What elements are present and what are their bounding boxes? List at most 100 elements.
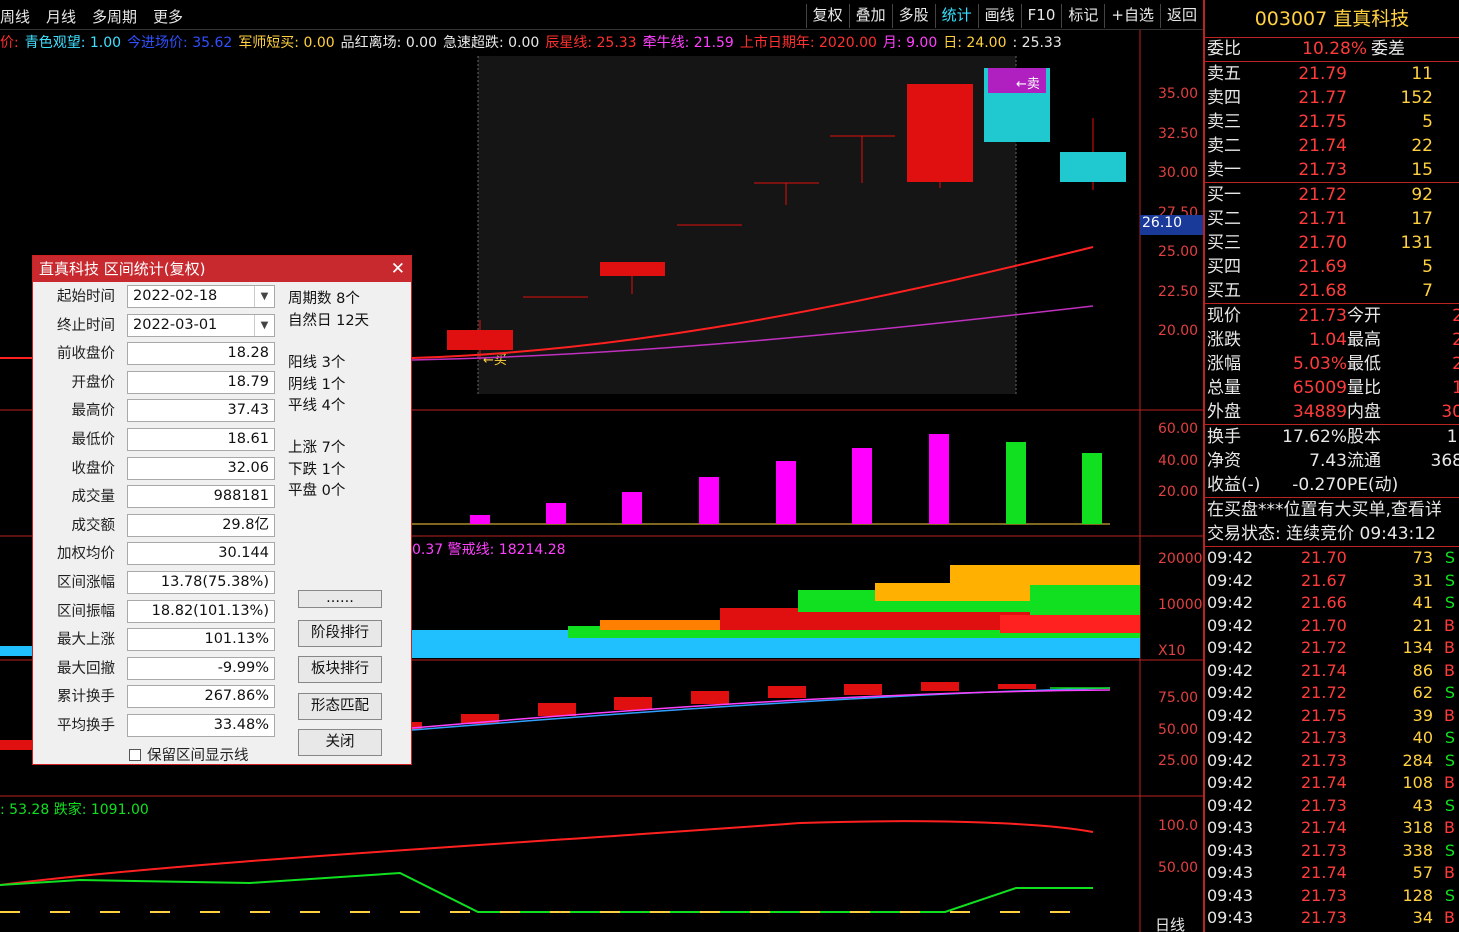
keep-range-checkbox[interactable]: 保留区间显示线	[129, 744, 249, 765]
dialog-field-row: 成交量 988181	[33, 485, 283, 509]
tick-price: 21.74	[1301, 773, 1347, 792]
axis-tick-label: 20.00	[1158, 323, 1199, 339]
indicator-value: 上市日期年: 2020.00	[739, 35, 877, 51]
tick-time: 09:43	[1207, 818, 1254, 837]
chevron-down-icon[interactable]: ▼	[254, 286, 274, 307]
axis-tick-label: 25.00	[1158, 244, 1199, 260]
tick-time: 09:42	[1207, 638, 1254, 657]
stat-row: 净资 7.43 流通 368	[1205, 449, 1459, 473]
dialog-field-row: 起始时间 2022-02-18 ▼	[33, 285, 283, 309]
stat-label: 内盘	[1347, 402, 1381, 422]
order-volume: 15	[1411, 160, 1433, 180]
tick-side: B	[1444, 660, 1455, 680]
stat-label: 量比	[1347, 378, 1381, 398]
dialog-field-row: 收盘价 32.06	[33, 456, 283, 481]
dialog-field-row: 开盘价 18.79	[33, 370, 283, 395]
buy-orders: 买一 21.72 92 买二 21.71 17 买三 21.70 131 买四 21.69 5 买五 21…	[1205, 183, 1459, 303]
range-stat: 周期数 8个	[288, 291, 360, 307]
tick-side: B	[1444, 908, 1455, 927]
stat-value: 2	[1452, 354, 1459, 374]
dialog-titlebar[interactable]: 直真科技 区间统计(复权) ✕	[33, 256, 411, 282]
order-row[interactable]: 买一 21.72 92	[1205, 183, 1459, 207]
dialog-field-row: 平均换手 33.48%	[33, 714, 283, 738]
period-label[interactable]: 日线	[1155, 914, 1185, 932]
tick-volume: 318	[1402, 818, 1433, 837]
order-price: 21.75	[1298, 112, 1347, 132]
axis-tick-label: 32.50	[1158, 125, 1199, 142]
close-icon[interactable]: ✕	[391, 256, 405, 282]
dialog-button[interactable]: 关闭	[298, 729, 382, 756]
tick-side: S	[1444, 548, 1455, 567]
quote-stats: 现价 21.73 今开 2 涨跌 1.04 最高 2 涨幅 5.03% 最低 2 总量 65009 量比 1 外…	[1205, 304, 1459, 424]
tick-volume: 31	[1412, 570, 1433, 590]
order-label: 买四	[1207, 257, 1241, 277]
tick-volume: 62	[1412, 683, 1433, 702]
order-row[interactable]: 卖二 21.74 22	[1205, 134, 1459, 158]
indicator-5	[0, 820, 1094, 913]
dialog-button[interactable]: 形态匹配	[298, 693, 382, 720]
date-picker[interactable]: 2022-03-01 ▼	[127, 313, 275, 337]
field-label: 收盘价	[71, 460, 116, 477]
tick-volume: 338	[1402, 840, 1433, 860]
order-price: 21.79	[1298, 64, 1347, 84]
order-row[interactable]: 卖四 21.77 152	[1205, 86, 1459, 110]
order-row[interactable]: 买三 21.70 131	[1205, 231, 1459, 255]
tick-row: 09:43 21.73 128 S	[1205, 885, 1459, 908]
notice-row[interactable]: 在买盘***位置有大买单,查看详	[1205, 498, 1459, 522]
field-value: 18.82(101.13%)	[127, 599, 275, 623]
axis-tick-label: 30.00	[1158, 165, 1199, 181]
tick-volume: 41	[1412, 593, 1433, 612]
tick-volume: 128	[1402, 885, 1433, 905]
tick-row: 09:42 21.74 86 B	[1205, 660, 1459, 683]
axis-tick-label: 75.00	[1158, 690, 1199, 706]
tick-time: 09:42	[1207, 570, 1254, 590]
order-row[interactable]: 卖一 21.73 15	[1205, 158, 1459, 182]
order-label: 买三	[1207, 233, 1241, 253]
tick-side: B	[1444, 705, 1455, 725]
stat-row: 涨幅 5.03% 最低 2	[1205, 352, 1459, 376]
dialog-button[interactable]: 板块排行	[298, 656, 382, 683]
order-row[interactable]: 买五 21.68 7	[1205, 279, 1459, 303]
axis-tick-label: 35.00	[1158, 86, 1199, 102]
dialog-button[interactable]: 阶段排行	[298, 620, 382, 647]
range-stat: 下跌 1个	[288, 462, 346, 478]
dialog-field-row: 最高价 37.43	[33, 399, 283, 423]
field-label: 开盘价	[71, 374, 116, 391]
order-price: 21.77	[1298, 88, 1347, 108]
tick-row: 09:42 21.67 31 S	[1205, 570, 1459, 593]
stat-row: 收益(-) -0.270 PE(动)	[1205, 473, 1459, 497]
order-price: 21.68	[1298, 281, 1347, 301]
tick-volume: 39	[1412, 705, 1433, 725]
order-row[interactable]: 买四 21.69 5	[1205, 255, 1459, 279]
tick-row: 09:42 21.72 62 S	[1205, 682, 1459, 705]
stat-value: 17.62%	[1282, 427, 1347, 447]
order-row[interactable]: 买二 21.71 17	[1205, 207, 1459, 231]
chevron-down-icon[interactable]: ▼	[254, 314, 274, 336]
tick-time: 09:42	[1207, 683, 1254, 702]
tick-volume: 284	[1402, 750, 1433, 770]
axis-tick-label: 100.0	[1158, 818, 1199, 834]
tick-row: 09:43 21.73 338 S	[1205, 840, 1459, 863]
tick-time: 09:43	[1207, 908, 1254, 927]
tick-time: 09:43	[1207, 863, 1254, 882]
tick-list[interactable]: 09:42 21.70 73 S 09:42 21.67 31 S 09:42 21.66 41 S 0…	[1205, 547, 1459, 930]
order-price: 21.73	[1298, 160, 1347, 180]
field-label: 累计换手	[57, 689, 115, 706]
axis-tick-label: X10	[1158, 643, 1186, 659]
axis-tick-label: 50.00	[1158, 721, 1199, 738]
tick-side: B	[1444, 863, 1455, 882]
order-row[interactable]: 卖五 21.79 11	[1205, 62, 1459, 86]
dialog-button[interactable]: ......	[298, 590, 382, 608]
order-row[interactable]: 卖三 21.75 5	[1205, 110, 1459, 134]
order-label: 买一	[1207, 185, 1241, 205]
stat-row: 总量 65009 量比 1	[1205, 376, 1459, 400]
field-value: 18.79	[127, 370, 275, 394]
tick-time: 09:42	[1207, 750, 1254, 770]
range-stat: 阴线 1个	[288, 377, 346, 393]
order-volume: 92	[1411, 185, 1433, 205]
status-row: 交易状态: 连续竞价 09:43:12	[1205, 522, 1459, 546]
stock-title[interactable]: 003007 直真科技	[1205, 0, 1459, 38]
stat-label: 总量	[1207, 378, 1241, 398]
date-picker[interactable]: 2022-02-18 ▼	[127, 285, 275, 308]
stat-label: 今开	[1347, 306, 1381, 326]
